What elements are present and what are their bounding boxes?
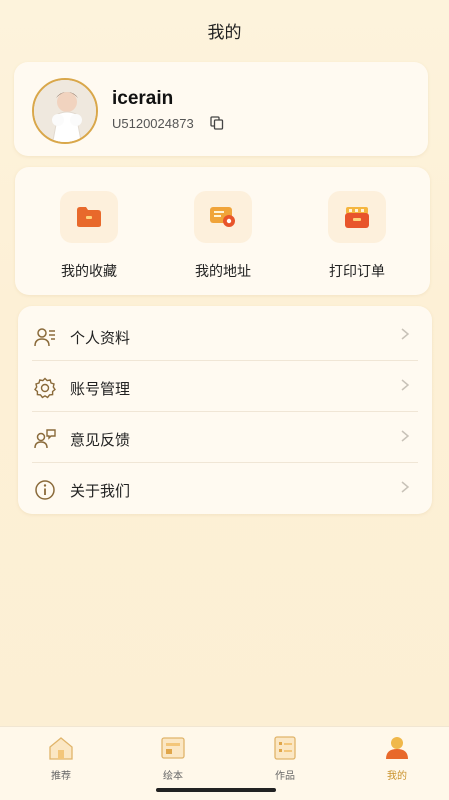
shortcut-label: 打印订单 <box>329 264 385 280</box>
chevron-right-icon <box>401 430 410 442</box>
shortcut-label: 我的地址 <box>195 264 251 280</box>
shortcut-label: 我的收藏 <box>61 264 117 280</box>
tab-label: 作品 <box>275 771 295 782</box>
tab-recommend[interactable]: 推荐 <box>31 735 91 782</box>
username: icerain <box>112 88 174 109</box>
menu-item-profile[interactable]: 个人资料 <box>18 310 432 361</box>
profile-icon <box>34 328 55 347</box>
menu-item-account[interactable]: 账号管理 <box>18 361 432 412</box>
chevron-right-icon <box>401 481 410 493</box>
settings-menu: 个人资料 账号管理 意见反馈 关于我们 <box>18 306 432 514</box>
copy-icon[interactable] <box>210 116 224 130</box>
tab-label: 绘本 <box>163 771 183 782</box>
avatar-image <box>34 80 96 142</box>
menu-label: 意见反馈 <box>70 431 131 449</box>
user-icon <box>386 737 408 759</box>
tab-mine[interactable]: 我的 <box>367 735 427 782</box>
gear-icon <box>34 377 56 399</box>
chevron-right-icon <box>401 379 410 391</box>
tab-works[interactable]: 作品 <box>255 735 315 782</box>
tab-label: 我的 <box>387 771 407 782</box>
profile-card[interactable]: icerain U5120024873 <box>14 62 428 156</box>
my-favorites-button[interactable]: 我的收藏 <box>39 191 139 281</box>
order-icon <box>328 191 386 243</box>
home-indicator <box>156 788 276 792</box>
bottom-tab-bar: 推荐 绘本 作品 我的 <box>0 726 449 800</box>
user-id: U5120024873 <box>112 116 194 131</box>
picture-book-icon <box>161 737 185 759</box>
tab-picture-books[interactable]: 绘本 <box>143 735 203 782</box>
print-orders-button[interactable]: 打印订单 <box>307 191 407 281</box>
shortcuts-card: 我的收藏 我的地址 打印订单 <box>15 167 430 295</box>
chevron-right-icon <box>401 328 410 340</box>
menu-item-feedback[interactable]: 意见反馈 <box>18 412 432 463</box>
menu-label: 个人资料 <box>70 329 131 347</box>
info-icon <box>35 480 55 500</box>
address-icon <box>194 191 252 243</box>
works-icon <box>274 736 296 760</box>
menu-label: 关于我们 <box>70 482 131 500</box>
menu-item-about[interactable]: 关于我们 <box>18 463 432 514</box>
tab-label: 推荐 <box>51 771 71 782</box>
my-address-button[interactable]: 我的地址 <box>173 191 273 281</box>
folder-icon <box>60 191 118 243</box>
menu-label: 账号管理 <box>70 380 131 398</box>
home-icon <box>49 737 73 760</box>
avatar[interactable] <box>32 78 98 144</box>
page-title: 我的 <box>207 23 242 43</box>
feedback-icon <box>34 429 56 449</box>
